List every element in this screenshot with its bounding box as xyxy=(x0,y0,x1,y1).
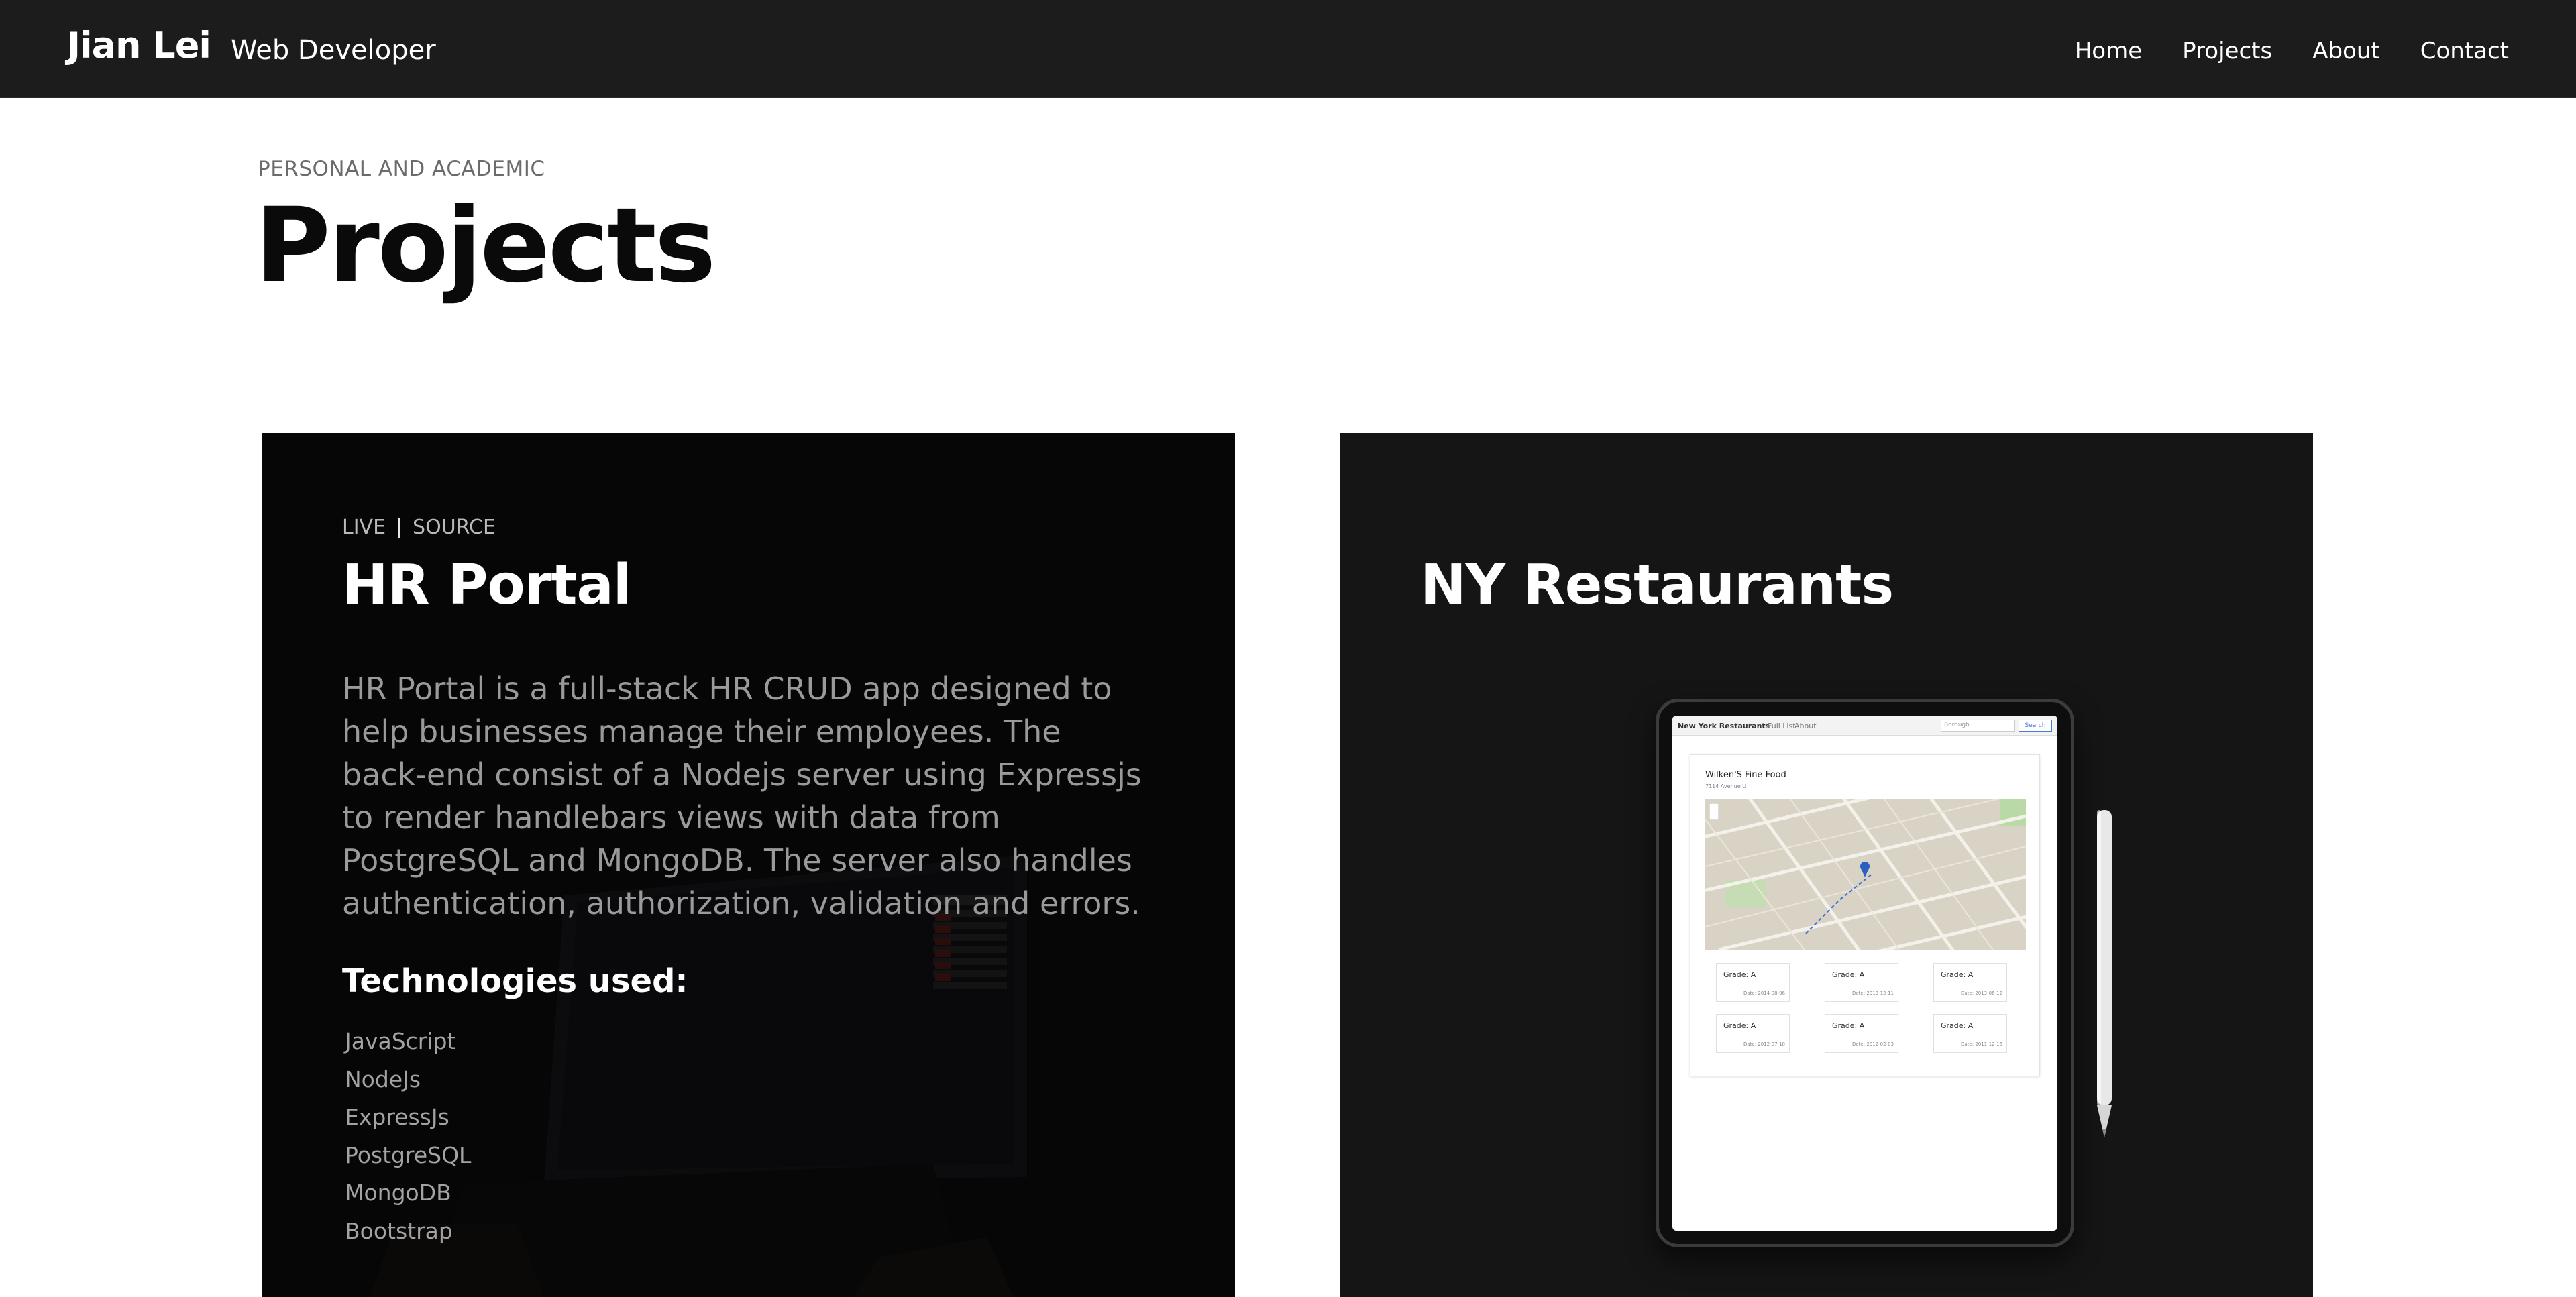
screenshot-nav-link: About xyxy=(1794,722,1817,730)
technologies-heading: Technologies used: xyxy=(342,962,688,1000)
screenshot-navbar: New York Restaurants Full List About Bor… xyxy=(1672,716,2057,736)
list-item: ExpressJs xyxy=(345,1104,449,1130)
grade-label: Grade: A xyxy=(1832,970,1865,979)
grade-date: Date: 2012-02-03 xyxy=(1852,1041,1894,1047)
map-image xyxy=(1705,799,2026,950)
screenshot-grade-card: Grade: A Date: 2012-07-18 xyxy=(1716,1014,1790,1053)
project-links: LIVE SOURCE xyxy=(342,516,496,539)
screenshot-search-button: Search xyxy=(2019,720,2052,732)
link-separator xyxy=(398,517,401,538)
main-nav: Home Projects About Contact xyxy=(2075,38,2509,64)
page-title: Projects xyxy=(255,186,716,306)
project-description: HR Portal is a full-stack HR CRUD app de… xyxy=(342,671,1142,921)
project-card-hr-portal: LIVE SOURCE HR Portal HR Portal is a ful… xyxy=(262,433,1235,1297)
nav-home-link[interactable]: Home xyxy=(2075,38,2142,64)
screenshot-restaurant-card: Wilken'S Fine Food 7114 Avenue U Grade: … xyxy=(1690,754,2040,1076)
project-title: NY Restaurants xyxy=(1420,553,1894,617)
grade-label: Grade: A xyxy=(1723,970,1756,979)
screenshot-search-input: Borough xyxy=(1941,720,2015,732)
screenshot-nav-link: Full List xyxy=(1768,722,1796,730)
top-navbar: Jian Lei Web Developer Home Projects Abo… xyxy=(0,0,2576,98)
screenshot-grade-card: Grade: A Date: 2013-06-12 xyxy=(1933,963,2007,1002)
section-eyebrow: PERSONAL AND ACADEMIC xyxy=(258,157,545,181)
screenshot-grade-card: Grade: A Date: 2013-12-11 xyxy=(1825,963,1898,1002)
screenshot-restaurant-name: Wilken'S Fine Food xyxy=(1705,770,1786,780)
list-item: Bootstrap xyxy=(345,1217,453,1244)
nav-about-link[interactable]: About xyxy=(2312,38,2380,64)
grade-date: Date: 2012-07-18 xyxy=(1743,1041,1785,1047)
nav-projects-link[interactable]: Projects xyxy=(2182,38,2272,64)
project-title: HR Portal xyxy=(342,553,632,617)
grade-label: Grade: A xyxy=(1723,1021,1756,1030)
grade-date: Date: 2013-12-11 xyxy=(1852,991,1894,996)
screenshot-brand: New York Restaurants xyxy=(1678,722,1770,730)
tablet-mockup-image: New York Restaurants Full List About Bor… xyxy=(1656,699,2074,1247)
brand-logo[interactable]: Jian Lei xyxy=(67,24,211,66)
nav-contact-link[interactable]: Contact xyxy=(2420,38,2509,64)
grade-date: Date: 2013-06-12 xyxy=(1961,991,2002,996)
list-item: NodeJs xyxy=(345,1066,421,1092)
tablet-screen: New York Restaurants Full List About Bor… xyxy=(1672,716,2057,1231)
grade-date: Date: 2014-08-06 xyxy=(1743,991,1785,996)
grade-label: Grade: A xyxy=(1941,1021,1974,1030)
live-link[interactable]: LIVE xyxy=(342,516,386,539)
screenshot-restaurant-address: 7114 Avenue U xyxy=(1705,783,1747,789)
screenshot-grade-card: Grade: A Date: 2011-12-16 xyxy=(1933,1014,2007,1053)
stylus-pencil-image xyxy=(2097,810,2112,1137)
grade-label: Grade: A xyxy=(1941,970,1974,979)
project-card-ny-restaurants: NY Restaurants New York Restaurants Full… xyxy=(1340,433,2313,1297)
brand-tagline: Web Developer xyxy=(231,35,436,66)
technologies-list: JavaScript NodeJs ExpressJs PostgreSQL M… xyxy=(345,1023,471,1250)
list-item: MongoDB xyxy=(345,1180,451,1206)
list-item: JavaScript xyxy=(345,1028,456,1054)
list-item: PostgreSQL xyxy=(345,1141,472,1168)
source-link[interactable]: SOURCE xyxy=(413,516,496,539)
screenshot-grade-card: Grade: A Date: 2014-08-06 xyxy=(1716,963,1790,1002)
grade-label: Grade: A xyxy=(1832,1021,1865,1030)
screenshot-grade-card: Grade: A Date: 2012-02-03 xyxy=(1825,1014,1898,1053)
grade-date: Date: 2011-12-16 xyxy=(1961,1041,2002,1047)
